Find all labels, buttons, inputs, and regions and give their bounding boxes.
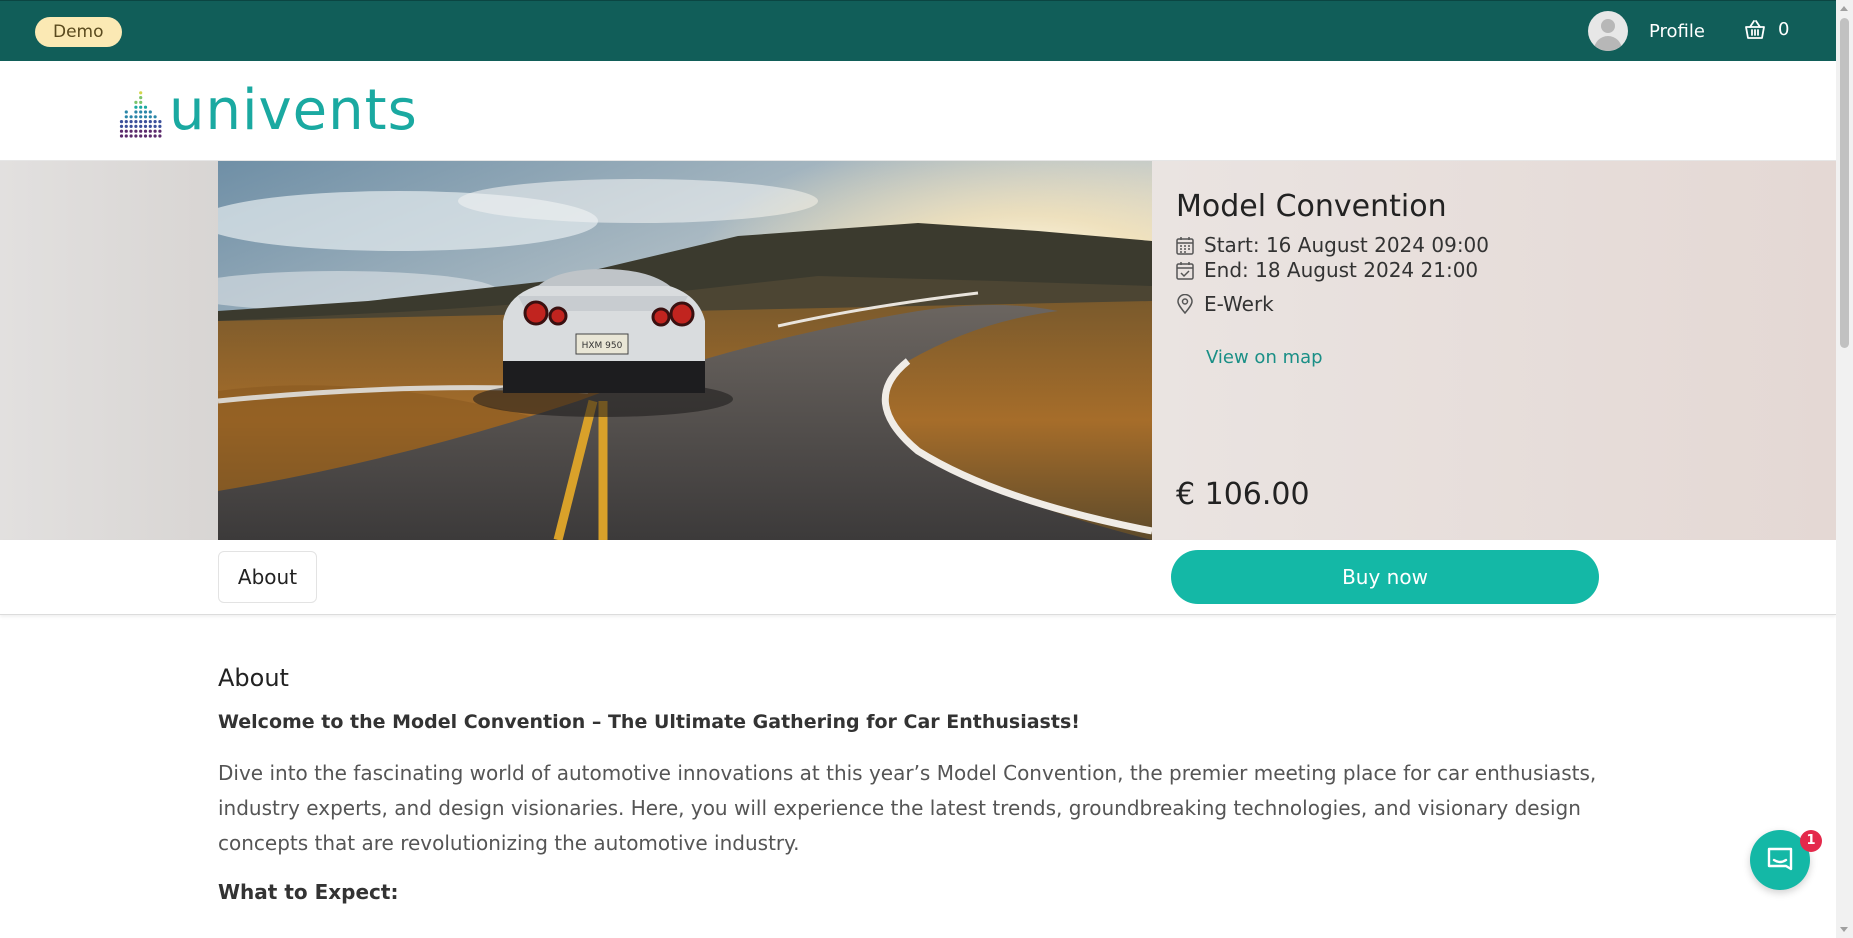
page-scrollbar[interactable] bbox=[1836, 0, 1853, 938]
event-price: € 106.00 bbox=[1176, 477, 1310, 512]
calendar-icon bbox=[1176, 236, 1194, 255]
profile-menu[interactable]: Profile bbox=[1588, 11, 1705, 51]
view-on-map-link[interactable]: View on map bbox=[1206, 347, 1323, 368]
event-start: Start: 16 August 2024 09:00 bbox=[1176, 233, 1489, 257]
about-paragraph: Dive into the fascinating world of autom… bbox=[218, 761, 1597, 855]
event-info-panel: Model Convention Start: 16 August 2024 0… bbox=[1152, 161, 1836, 540]
event-start-text: Start: 16 August 2024 09:00 bbox=[1204, 233, 1489, 257]
cart-count[interactable]: 0 bbox=[1778, 19, 1789, 40]
event-hero: HXM 950 Model Convention Start: 16 Augus… bbox=[0, 161, 1836, 540]
scrollbar-thumb[interactable] bbox=[1840, 18, 1849, 348]
univents-logo[interactable]: univents bbox=[119, 83, 418, 139]
event-end-text: End: 18 August 2024 21:00 bbox=[1204, 258, 1479, 282]
what-to-expect-heading: What to Expect: bbox=[218, 880, 399, 904]
event-venue-text: E-Werk bbox=[1204, 292, 1274, 316]
action-bar: About Buy now bbox=[0, 540, 1836, 615]
equalizer-logo-icon bbox=[119, 91, 162, 138]
map-pin-icon bbox=[1177, 294, 1193, 314]
site-header: univents bbox=[0, 61, 1836, 161]
license-plate: HXM 950 bbox=[582, 341, 623, 351]
buy-now-button[interactable]: Buy now bbox=[1171, 550, 1599, 604]
about-intro: Welcome to the Model Convention – The Ul… bbox=[218, 711, 1080, 733]
chat-icon[interactable] bbox=[1765, 845, 1795, 875]
cart-button[interactable]: 0 bbox=[1744, 19, 1789, 40]
basket-icon[interactable] bbox=[1744, 19, 1766, 40]
tab-about[interactable]: About bbox=[218, 551, 317, 603]
user-avatar-icon[interactable] bbox=[1588, 11, 1628, 51]
demo-badge: Demo bbox=[35, 17, 122, 47]
event-image: HXM 950 bbox=[218, 161, 1152, 540]
top-bar: Demo Profile 0 bbox=[0, 0, 1836, 61]
logo-text: univents bbox=[169, 78, 418, 143]
chat-unread-badge: 1 bbox=[1800, 830, 1822, 852]
event-title: Model Convention bbox=[1176, 189, 1447, 224]
event-end: End: 18 August 2024 21:00 bbox=[1176, 258, 1478, 282]
scroll-up-arrow-icon[interactable] bbox=[1840, 6, 1848, 11]
scroll-down-arrow-icon[interactable] bbox=[1840, 927, 1848, 932]
calendar-check-icon bbox=[1176, 261, 1194, 280]
about-heading: About bbox=[218, 664, 289, 692]
profile-label[interactable]: Profile bbox=[1649, 21, 1705, 42]
about-section: About Welcome to the Model Convention – … bbox=[218, 664, 1598, 904]
event-venue: E-Werk bbox=[1176, 292, 1274, 316]
